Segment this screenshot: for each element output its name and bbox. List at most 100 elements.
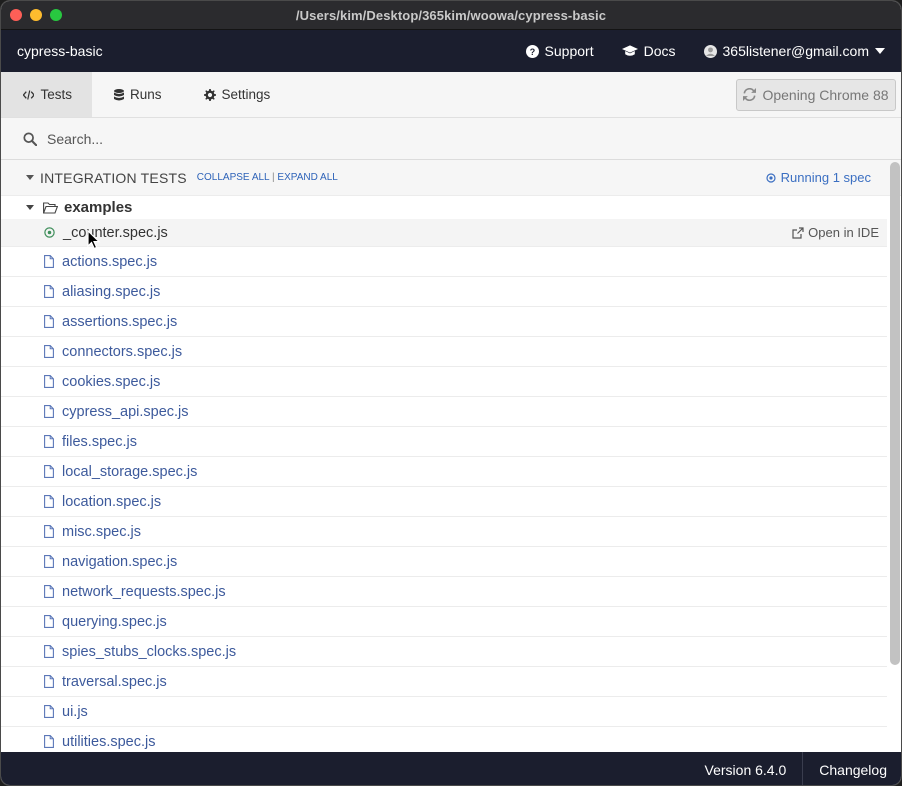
spec-file-name: utilities.spec.js xyxy=(62,733,156,750)
changelog-link[interactable]: Changelog xyxy=(803,752,901,785)
spec-file-name: cypress_api.spec.js xyxy=(62,403,189,420)
browser-status-label: Opening Chrome 88 xyxy=(762,86,889,103)
spec-file-name: connectors.spec.js xyxy=(62,343,183,360)
user-avatar-icon xyxy=(703,44,717,58)
running-spec-icon xyxy=(44,227,55,238)
footer-bar: Version 6.4.0 Changelog xyxy=(1,752,901,785)
file-icon xyxy=(44,285,54,298)
tab-settings-label: Settings xyxy=(221,87,271,102)
nav-tabs: Tests Runs Settings Opening Chrome 88 xyxy=(1,72,901,118)
collapse-caret-icon[interactable] xyxy=(26,175,34,180)
folder-open-icon xyxy=(43,201,58,214)
spec-file-row[interactable]: traversal.spec.js xyxy=(1,667,887,697)
search-bar xyxy=(1,118,901,160)
file-icon xyxy=(44,585,54,598)
project-name: cypress-basic xyxy=(17,43,103,59)
spec-file-row[interactable]: files.spec.js xyxy=(1,427,887,457)
file-icon xyxy=(44,555,54,568)
minimize-window-button[interactable] xyxy=(30,9,42,21)
spec-file-row[interactable]: actions.spec.js xyxy=(1,247,887,277)
tab-tests-label: Tests xyxy=(40,87,72,102)
tab-runs-label: Runs xyxy=(130,87,162,102)
close-window-button[interactable] xyxy=(10,9,22,21)
running-status: Running 1 spec xyxy=(766,170,871,185)
graduation-cap-icon xyxy=(621,45,638,56)
integration-tests-header: INTEGRATION TESTS COLLAPSE ALL | EXPAND … xyxy=(1,160,901,196)
running-dot-icon xyxy=(766,172,776,183)
browser-status-button[interactable]: Opening Chrome 88 xyxy=(736,78,896,111)
tab-settings[interactable]: Settings xyxy=(182,72,291,117)
spec-file-name: assertions.spec.js xyxy=(62,313,178,330)
file-icon xyxy=(44,345,54,358)
maximize-window-button[interactable] xyxy=(50,9,62,21)
spec-file-row[interactable]: network_requests.spec.js xyxy=(1,577,887,607)
collapse-all-link[interactable]: COLLAPSE ALL xyxy=(197,172,269,183)
spec-file-row[interactable]: cookies.spec.js xyxy=(1,367,887,397)
spec-file-name: network_requests.spec.js xyxy=(62,583,226,600)
database-icon xyxy=(114,88,124,100)
spec-file-row[interactable]: local_storage.spec.js xyxy=(1,457,887,487)
spec-file-row[interactable]: spies_stubs_clocks.spec.js xyxy=(1,637,887,667)
spec-file-row[interactable]: assertions.spec.js xyxy=(1,307,887,337)
title-bar: /Users/kim/Desktop/365kim/woowa/cypress-… xyxy=(1,1,901,30)
tab-runs[interactable]: Runs xyxy=(92,72,182,117)
chevron-down-icon xyxy=(875,48,885,54)
app-header: cypress-basic ? Support Docs 365listener… xyxy=(1,30,901,72)
user-email: 365listener@gmail.com xyxy=(722,43,870,59)
running-status-label: Running 1 spec xyxy=(780,170,871,185)
tab-tests[interactable]: Tests xyxy=(1,72,92,117)
spec-file-name: aliasing.spec.js xyxy=(62,283,161,300)
specs-panel: INTEGRATION TESTS COLLAPSE ALL | EXPAND … xyxy=(1,160,901,752)
file-icon xyxy=(44,435,54,448)
refresh-icon xyxy=(743,88,757,101)
expand-all-link[interactable]: EXPAND ALL xyxy=(277,172,337,183)
search-input[interactable] xyxy=(47,130,747,147)
spec-file-row[interactable]: connectors.spec.js xyxy=(1,337,887,367)
question-circle-icon: ? xyxy=(525,44,539,58)
spec-file-name: navigation.spec.js xyxy=(62,553,178,570)
file-icon xyxy=(44,495,54,508)
spec-file-row[interactable]: aliasing.spec.js xyxy=(1,277,887,307)
user-menu[interactable]: 365listener@gmail.com xyxy=(690,30,902,72)
file-icon xyxy=(44,375,54,388)
spec-file-row[interactable]: location.spec.js xyxy=(1,487,887,517)
docs-link[interactable]: Docs xyxy=(608,30,690,72)
svg-text:?: ? xyxy=(529,46,534,56)
folder-examples[interactable]: examples xyxy=(1,196,901,219)
file-icon xyxy=(44,675,54,688)
spec-file-name: local_storage.spec.js xyxy=(62,463,198,480)
folder-name: examples xyxy=(64,199,133,216)
window-title: /Users/kim/Desktop/365kim/woowa/cypress-… xyxy=(295,7,607,23)
spec-file-name: querying.spec.js xyxy=(62,613,167,630)
spec-file-name: files.spec.js xyxy=(62,433,137,450)
spec-file-row[interactable]: querying.spec.js xyxy=(1,607,887,637)
app-window: /Users/kim/Desktop/365kim/woowa/cypress-… xyxy=(0,0,902,786)
support-link[interactable]: ? Support xyxy=(512,30,608,72)
collapse-expand-links: COLLAPSE ALL | EXPAND ALL xyxy=(197,172,338,183)
file-icon xyxy=(44,405,54,418)
file-icon xyxy=(44,615,54,628)
spec-file-row[interactable]: _counter.spec.js Open in IDE xyxy=(1,219,887,247)
docs-label: Docs xyxy=(643,43,676,59)
spec-file-list: _counter.spec.js Open in IDE actions.spec.… xyxy=(1,219,887,752)
open-in-ide-label: Open in IDE xyxy=(808,225,879,240)
version-label[interactable]: Version 6.4.0 xyxy=(689,752,804,785)
file-icon xyxy=(44,255,54,268)
scrollbar-thumb[interactable] xyxy=(890,162,900,665)
code-icon xyxy=(23,89,35,100)
spec-file-row[interactable]: navigation.spec.js xyxy=(1,547,887,577)
spec-file-name: spies_stubs_clocks.spec.js xyxy=(62,643,237,660)
open-in-ide-link[interactable]: Open in IDE xyxy=(792,225,879,240)
file-icon xyxy=(44,705,54,718)
spec-file-row[interactable]: misc.spec.js xyxy=(1,517,887,547)
spec-file-row[interactable]: utilities.spec.js xyxy=(1,727,887,752)
integration-tests-title: INTEGRATION TESTS xyxy=(40,169,187,186)
file-icon xyxy=(44,645,54,658)
file-icon xyxy=(44,315,54,328)
gear-icon xyxy=(203,88,216,101)
spec-file-row[interactable]: ui.js xyxy=(1,697,887,727)
support-label: Support xyxy=(544,43,594,59)
folder-caret-icon xyxy=(26,205,34,210)
spec-file-row[interactable]: cypress_api.spec.js xyxy=(1,397,887,427)
external-link-icon xyxy=(792,226,804,239)
